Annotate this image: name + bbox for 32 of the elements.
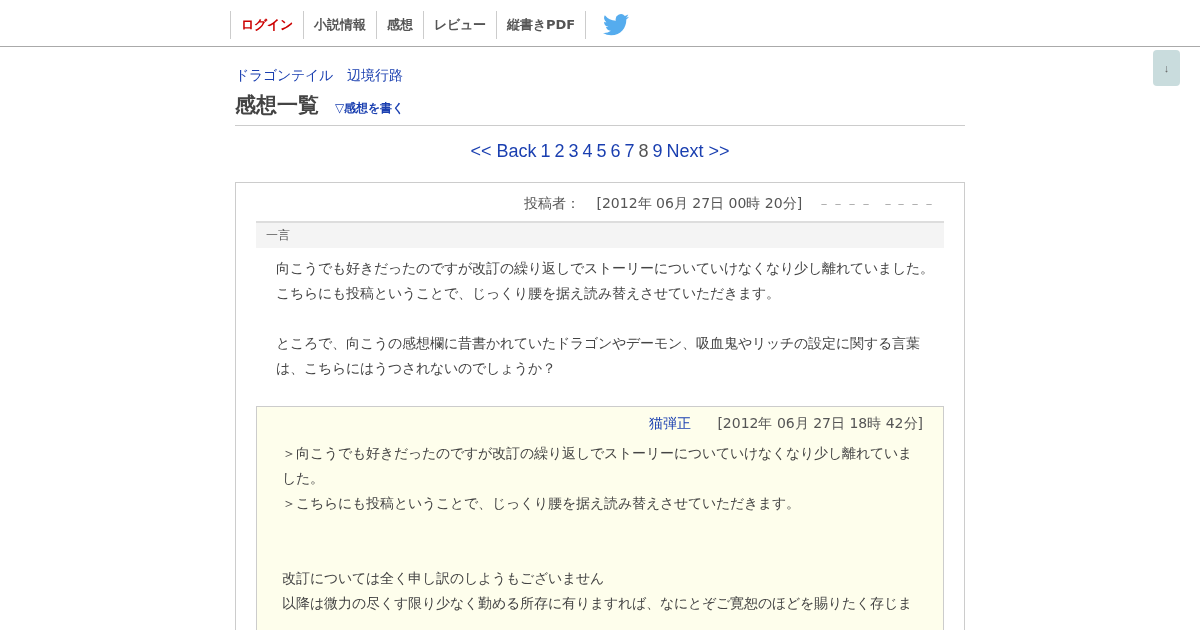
write-review-link[interactable]: ▽感想を書く [335,100,405,117]
section-header: 一言 [256,221,944,248]
nav-link[interactable]: 縦書きPDF [496,11,586,39]
page-link[interactable]: 9 [652,141,663,161]
comment-text: ところで、向こうの感想欄に昔書かれていたドラゴンやデーモン、吸血鬼やリッチの設定に関する言葉は、こちらにはうつされないのでしょうか？ [276,334,921,378]
page-link[interactable]: 6 [610,141,621,161]
nav-link[interactable]: レビュー [423,11,496,39]
comment-text: 向こうでも好きだったのですが改訂の繰り返しでストーリーについていけなくなり少し離れていました。 こちらにも投稿ということで、じっくり腰を据え読み替えさせていただきます。 [276,259,935,303]
reply-author-link[interactable]: 猫弾正 [649,415,692,433]
nav-link[interactable]: 小説情報 [303,11,376,39]
scroll-down-button[interactable]: ↓ [1153,50,1180,86]
page-link[interactable]: 2 [554,141,565,161]
author-label: 投稿者： [524,195,581,213]
nav-link[interactable]: 感想 [376,11,423,39]
page-link[interactable]: 1 [540,141,551,161]
rating-text: － － － － － － － － [818,195,934,213]
page-link[interactable]: << Back [470,141,537,161]
page-link[interactable]: 8 [638,141,649,161]
post-date: [2012年 06月 27日 00時 20分] [596,195,803,213]
bird-icon[interactable] [603,14,630,36]
page-link[interactable]: 7 [624,141,635,161]
breadcrumb-link[interactable]: 辺境行路 [347,67,403,85]
reply-date: [2012年 06月 27日 18時 42分] [717,415,923,433]
page-title: 感想一覧 [235,92,319,119]
breadcrumb-link[interactable]: ドラゴンテイル [235,67,333,85]
reply-text: 改訂については全く申し訳のしようもございません 以降は微力の尽くす限り少なく勤める所存に有りますれば、なにとぞご寛恕のほどを賜りたく存じま [282,569,913,613]
page-link[interactable]: Next >> [666,141,730,161]
reply-text: ＞向こうでも好きだったのですが改訂の繰り返しでストーリーについていけなくなり少し離れていました。 ＞こちらにも投稿ということで、じっくり腰を据え読み替えさせていただきます。 [282,444,913,513]
page-link[interactable]: 5 [596,141,607,161]
page-link[interactable]: 4 [582,141,593,161]
page-link[interactable]: 3 [568,141,579,161]
nav-link[interactable]: ログイン [230,11,303,39]
